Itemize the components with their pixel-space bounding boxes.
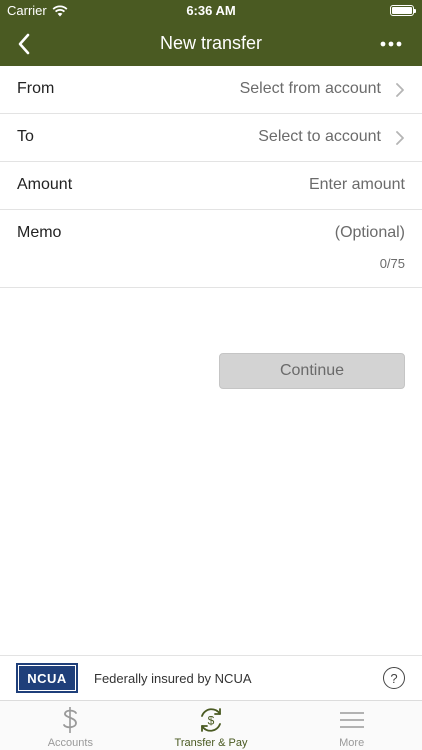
from-label: From [17, 80, 55, 97]
ncua-footer: NCUA Federally insured by NCUA ? [0, 655, 422, 700]
memo-label: Memo [17, 224, 62, 241]
ncua-logo: NCUA [16, 663, 78, 693]
ellipsis-icon [380, 41, 402, 47]
amount-input[interactable]: Enter amount [309, 176, 405, 194]
tab-accounts[interactable]: Accounts [0, 701, 141, 750]
ncua-logo-text: NCUA [18, 665, 76, 691]
memo-input[interactable]: (Optional) [335, 224, 405, 242]
tab-more-label: More [339, 737, 365, 749]
to-account-row[interactable]: To Select to account [0, 114, 422, 162]
transfer-pay-icon: $ [201, 708, 221, 732]
chevron-right-icon [396, 131, 404, 145]
from-account-value: Select from account [239, 80, 381, 97]
dollar-icon [63, 707, 78, 733]
to-account-value: Select to account [258, 128, 381, 145]
to-label: To [17, 128, 34, 145]
insured-text: Federally insured by NCUA [94, 671, 252, 686]
tab-accounts-label: Accounts [47, 737, 93, 749]
help-button[interactable]: ? [383, 667, 405, 689]
tab-more[interactable]: More [281, 701, 422, 750]
chevron-right-icon [396, 83, 404, 97]
memo-char-counter: 0/75 [379, 256, 405, 271]
continue-button[interactable]: Continue [219, 353, 405, 389]
battery-icon [390, 5, 416, 16]
amount-row[interactable]: Amount Enter amount [0, 162, 422, 210]
amount-label: Amount [17, 176, 73, 193]
memo-row[interactable]: Memo (Optional) 0/75 [0, 210, 422, 288]
page-title: New transfer [159, 33, 263, 53]
svg-text:$: $ [208, 714, 215, 728]
question-mark-icon: ? [390, 670, 398, 686]
status-bar: Carrier 6:36 AM [0, 0, 422, 22]
transfer-form: From Select from account To Select to ac… [0, 66, 422, 288]
menu-icon [339, 712, 364, 728]
tab-bar: Accounts $ Transfer & Pay More [0, 700, 422, 750]
status-time: 6:36 AM [186, 3, 236, 18]
tab-transfer-pay[interactable]: $ Transfer & Pay [141, 701, 282, 750]
nav-bar: New transfer [0, 22, 422, 66]
from-account-row[interactable]: From Select from account [0, 66, 422, 114]
more-options-button[interactable] [376, 35, 406, 53]
tab-transfer-pay-label: Transfer & Pay [174, 737, 248, 749]
